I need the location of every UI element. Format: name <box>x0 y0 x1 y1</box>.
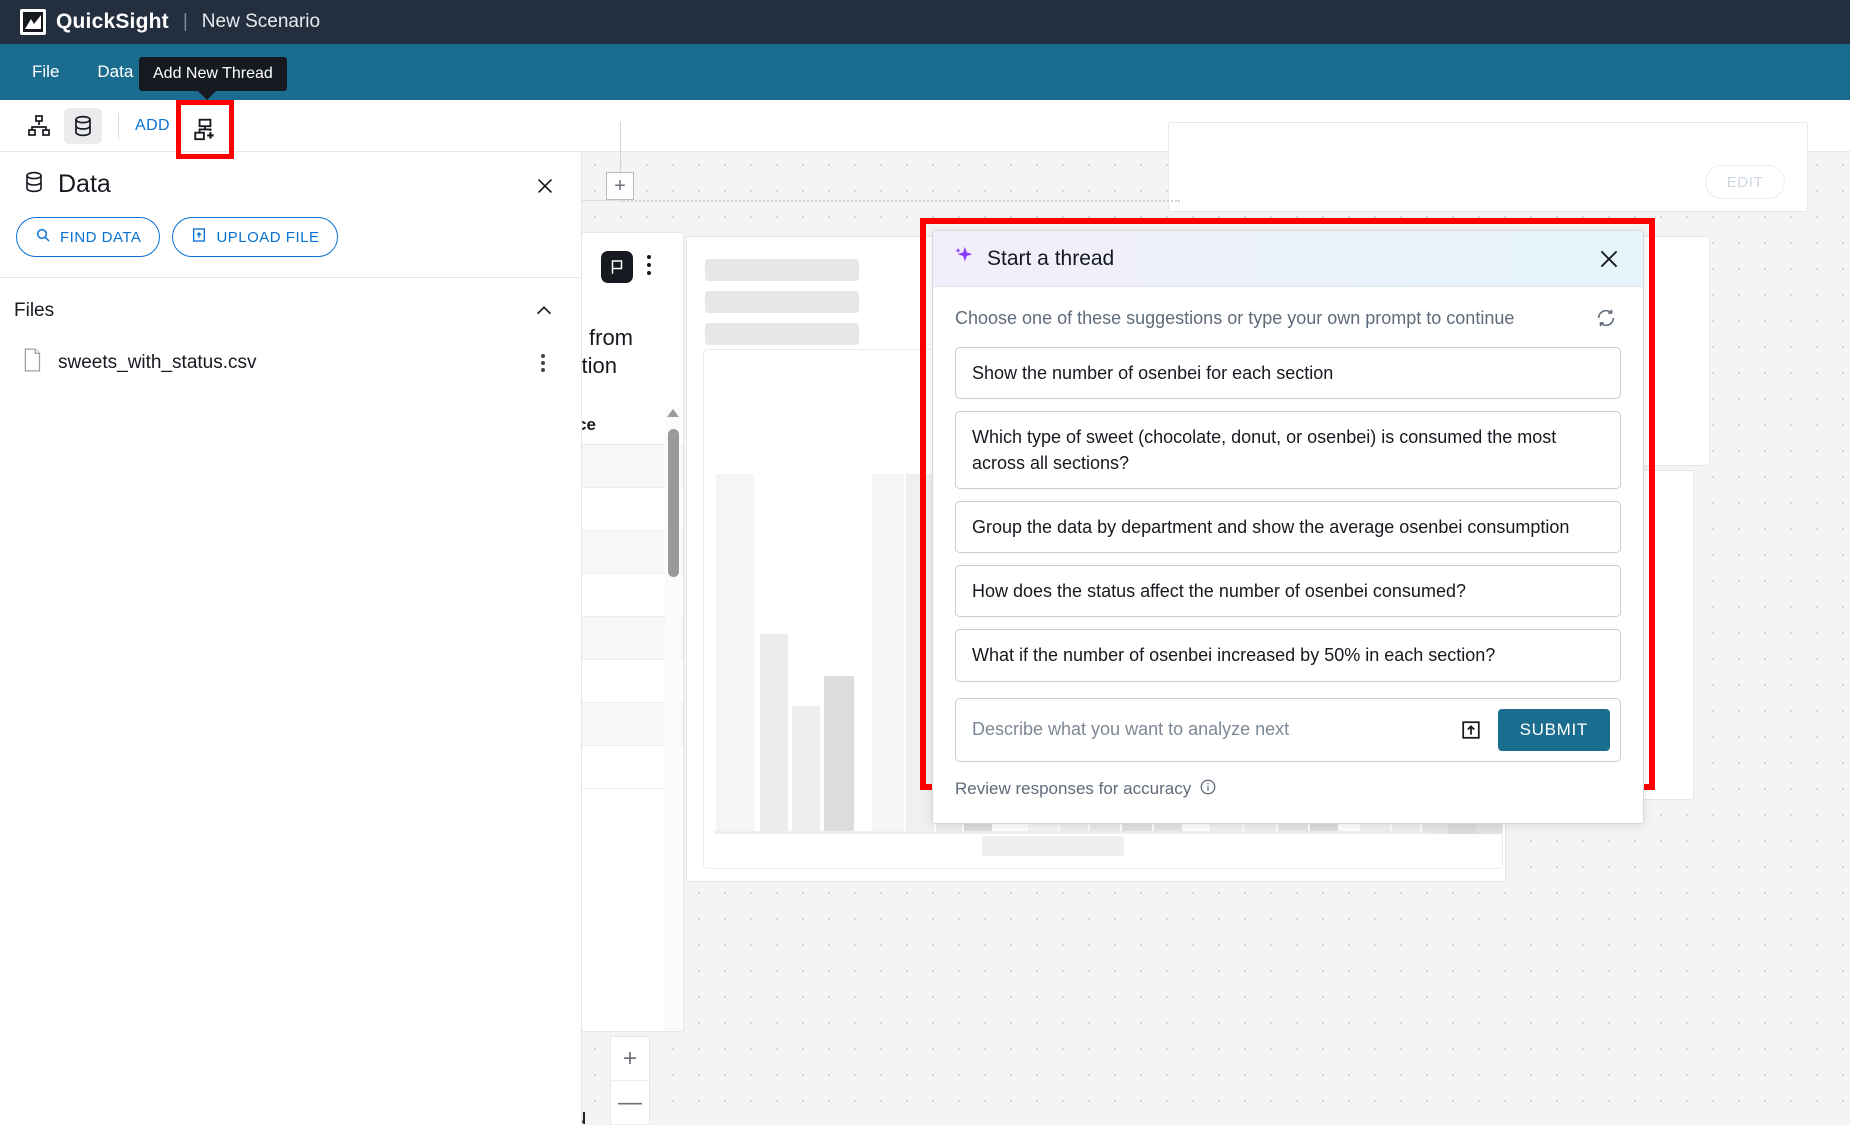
scrollbar-thumb[interactable] <box>668 429 679 577</box>
product-name: QuickSight <box>56 10 169 33</box>
upload-file-label: UPLOAD FILE <box>216 228 320 246</box>
dialog-body: Choose one of these suggestions or type … <box>933 287 1643 823</box>
prompt-input-container: SUBMIT <box>955 697 1621 762</box>
table-scrollbar[interactable] <box>665 407 681 1031</box>
database-icon[interactable] <box>64 107 102 144</box>
prompt-input[interactable] <box>972 719 1454 741</box>
sparkle-icon <box>953 245 975 272</box>
tooltip-add-new-thread: Add New Thread <box>139 57 287 100</box>
skeleton-line <box>705 259 859 281</box>
accuracy-notice: Review responses for accuracy <box>955 779 1192 799</box>
data-panel-actions: FIND DATA UPLOAD FILE <box>0 207 581 277</box>
suggestion-item[interactable]: How does the status affect the number of… <box>955 565 1621 618</box>
file-icon <box>22 348 42 377</box>
title-separator: | <box>182 11 188 32</box>
card-menu-icon[interactable] <box>647 255 651 275</box>
data-panel-title: Data <box>58 170 111 198</box>
start-thread-dialog: Start a thread Choose one of these sugge… <box>932 230 1644 824</box>
menu-item-file[interactable]: File <box>18 56 73 88</box>
chevron-up-icon[interactable] <box>531 298 557 324</box>
title-bar: QuickSight | New Scenario <box>0 0 1850 44</box>
canvas-zoom-controls: + — ⛶ <box>610 1036 650 1125</box>
scenario-title[interactable]: New Scenario <box>202 11 320 33</box>
add-thread-icon[interactable] <box>185 110 225 150</box>
edit-button[interactable]: EDIT <box>1705 165 1785 199</box>
chart-bar <box>824 676 854 834</box>
chart-bar <box>906 474 934 834</box>
find-data-button[interactable]: FIND DATA <box>16 217 161 257</box>
menu-item-data[interactable]: Data <box>83 56 147 88</box>
skeleton-line <box>705 291 859 313</box>
upload-file-icon <box>191 226 207 248</box>
connector-horizontal-dotted <box>620 200 1180 202</box>
hierarchy-icon[interactable] <box>20 108 58 144</box>
canvas-table-card[interactable]: from nption ce - - - 4 - 4 8 2 <box>574 232 684 1032</box>
files-section-header[interactable]: Files <box>0 278 581 338</box>
submit-button[interactable]: SUBMIT <box>1497 708 1610 751</box>
connector-vertical <box>620 122 621 172</box>
canvas-top-card[interactable]: EDIT <box>1168 122 1808 212</box>
data-panel-header: Data <box>0 152 581 207</box>
dialog-subtitle: Choose one of these suggestions or type … <box>955 307 1515 328</box>
zoom-in-button[interactable]: + <box>611 1037 649 1081</box>
upload-file-button[interactable]: UPLOAD FILE <box>172 217 339 257</box>
quicksight-logo-icon <box>20 9 46 35</box>
dialog-subtitle-row: Choose one of these suggestions or type … <box>955 303 1621 333</box>
chart-bar <box>760 634 788 834</box>
file-name: sweets_with_status.csv <box>58 351 257 373</box>
suggestion-item[interactable]: What if the number of osenbei increased … <box>955 629 1621 682</box>
dialog-title: Start a thread <box>987 246 1115 270</box>
database-icon <box>22 170 46 199</box>
zoom-out-button[interactable]: — <box>611 1081 649 1125</box>
suggestion-item[interactable]: Group the data by department and show th… <box>955 501 1621 554</box>
skeleton-line <box>705 323 859 345</box>
kebab-menu-icon[interactable] <box>531 351 555 375</box>
attach-upload-icon[interactable] <box>1454 713 1488 747</box>
add-node-button[interactable]: + <box>606 172 634 200</box>
data-panel: Data FIND DATA UPLOAD FILE Files sweets_… <box>0 152 582 1125</box>
search-icon <box>35 227 51 247</box>
app-root: QuickSight | New Scenario File Data Add … <box>0 0 1850 1125</box>
refresh-icon[interactable] <box>1591 303 1621 333</box>
chart-axis-line <box>714 831 1426 834</box>
chart-bar <box>716 474 754 834</box>
card-text-fragment-1: from <box>589 325 633 350</box>
toolbar-add-label: ADD <box>135 116 170 134</box>
flag-icon <box>601 251 633 283</box>
toolbar-divider <box>118 112 119 139</box>
info-icon[interactable] <box>1199 778 1217 801</box>
chart-bar <box>872 474 904 834</box>
dialog-header: Start a thread <box>933 231 1643 287</box>
close-icon[interactable] <box>531 172 559 200</box>
chart-bar <box>792 706 820 834</box>
suggestion-item[interactable]: Show the number of osenbei for each sect… <box>955 347 1621 400</box>
list-item[interactable]: sweets_with_status.csv <box>0 338 581 387</box>
dialog-footer: Review responses for accuracy <box>955 778 1621 801</box>
chart-legend-skeleton <box>982 836 1124 856</box>
files-section-label: Files <box>14 300 55 321</box>
suggestion-item[interactable]: Which type of sweet (chocolate, donut, o… <box>955 411 1621 490</box>
find-data-label: FIND DATA <box>60 228 142 246</box>
close-icon[interactable] <box>1593 243 1625 275</box>
scroll-up-arrow-icon[interactable] <box>667 409 679 417</box>
